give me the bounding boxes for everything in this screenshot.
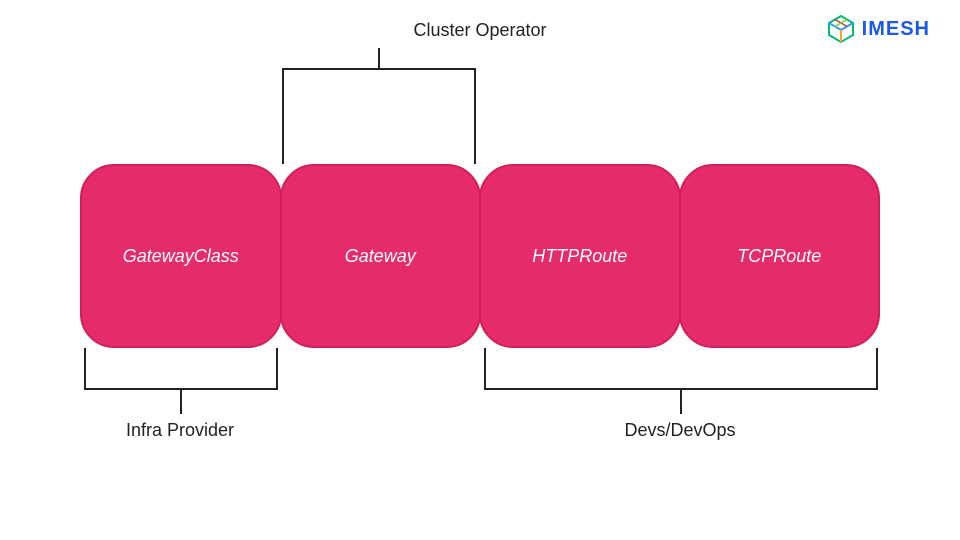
br-riser-left	[484, 348, 486, 362]
bottom-right-stem	[680, 390, 682, 414]
box-gateway: Gateway	[280, 164, 482, 348]
bl-riser-right	[276, 348, 278, 362]
box-row: GatewayClass Gateway HTTPRoute TCPRoute	[80, 164, 880, 348]
box-httproute: HTTPRoute	[479, 164, 681, 348]
box-tcproute: TCPRoute	[679, 164, 881, 348]
top-bracket	[282, 68, 476, 96]
bottom-left-stem	[180, 390, 182, 414]
br-riser-right	[876, 348, 878, 362]
top-bracket-right-drop	[474, 96, 476, 164]
box-gatewayclass: GatewayClass	[80, 164, 282, 348]
top-bracket-stem	[378, 48, 380, 68]
top-label-cluster-operator: Cluster Operator	[0, 20, 960, 41]
bl-riser-left	[84, 348, 86, 362]
bottom-right-label: Devs/DevOps	[620, 420, 740, 441]
bottom-right-bracket	[484, 362, 878, 390]
bottom-left-label: Infra Provider	[120, 420, 240, 441]
box-label: HTTPRoute	[532, 246, 627, 267]
top-bracket-left-drop	[282, 96, 284, 164]
box-label: GatewayClass	[123, 246, 239, 267]
box-label: Gateway	[345, 246, 416, 267]
box-label: TCPRoute	[737, 246, 821, 267]
bottom-left-bracket	[84, 362, 278, 390]
